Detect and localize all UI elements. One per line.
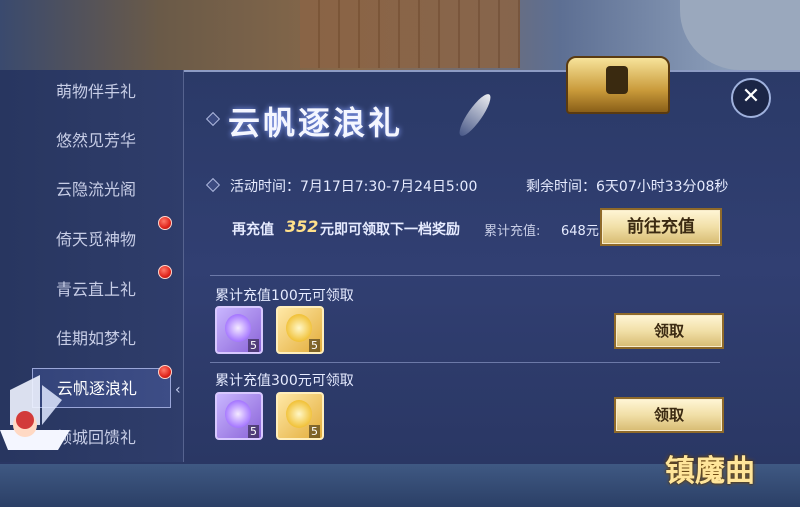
event-title: 云帆逐浪礼 bbox=[228, 104, 404, 142]
sidebar-item-youran[interactable]: 悠然见芳华 bbox=[0, 121, 183, 161]
game-logo: 镇魔曲 bbox=[665, 454, 755, 489]
total-recharge-value: 648元 bbox=[561, 224, 599, 239]
sidebar-item-label: 青云直上礼 bbox=[56, 280, 137, 299]
yellow-chick-doll-icon bbox=[286, 400, 312, 428]
reward-item-slot[interactable]: 5 bbox=[276, 306, 324, 354]
sidebar-item-jiaqi[interactable]: 佳期如梦礼 bbox=[0, 319, 183, 359]
sidebar-item-label: 云隐流光阁 bbox=[56, 180, 137, 199]
wooden-deck-background bbox=[300, 0, 520, 68]
item-count: 5 bbox=[309, 339, 320, 352]
notification-dot bbox=[158, 365, 172, 379]
item-count: 5 bbox=[248, 339, 259, 352]
chest-lock-icon bbox=[606, 66, 628, 94]
notification-dot bbox=[158, 265, 172, 279]
remaining-time: 剩余时间：6天07小时33分08秒 bbox=[526, 179, 729, 195]
reward-tier-title: 累计充值300元可领取 bbox=[215, 373, 354, 389]
notification-dot bbox=[158, 216, 172, 230]
activity-time: 活动时间：7月17日7:30-7月24日5:00 bbox=[230, 179, 478, 195]
sidebar-item-mengwu[interactable]: 萌物伴手礼 bbox=[0, 72, 183, 112]
goto-recharge-button[interactable]: 前往充值 bbox=[600, 208, 722, 246]
sidebar-item-yunyin[interactable]: 云隐流光阁 bbox=[0, 170, 183, 210]
chevron-left-icon: ‹ bbox=[175, 382, 181, 398]
yellow-chick-doll-icon bbox=[286, 314, 312, 342]
sidebar-item-label: 倚天觅神物 bbox=[56, 230, 137, 249]
item-count: 5 bbox=[248, 425, 259, 438]
reward-item-slot[interactable]: 5 bbox=[276, 392, 324, 440]
reward-tier-title: 累计充值100元可领取 bbox=[215, 288, 354, 304]
sidebar-item-yitian[interactable]: 倚天觅神物 bbox=[0, 220, 183, 260]
sidebar-item-qingyun[interactable]: 青云直上礼 bbox=[0, 270, 183, 310]
ship-mascot-icon bbox=[0, 375, 70, 450]
section-divider bbox=[210, 362, 720, 363]
reward-item-slot[interactable]: 5 bbox=[215, 306, 263, 354]
reward-item-slot[interactable]: 5 bbox=[215, 392, 263, 440]
recharge-prefix: 再充值 bbox=[232, 222, 274, 238]
section-divider bbox=[210, 275, 720, 276]
total-recharge-label: 累计充值: bbox=[484, 224, 541, 239]
purple-cat-doll-icon bbox=[225, 400, 251, 428]
close-button[interactable]: ✕ bbox=[731, 78, 771, 118]
recharge-hint: 元即可领取下一档奖励 bbox=[320, 222, 460, 238]
sidebar-item-label: 萌物伴手礼 bbox=[56, 82, 137, 101]
sidebar-item-label: 悠然见芳华 bbox=[56, 131, 137, 150]
claim-button[interactable]: 领取 bbox=[614, 313, 724, 349]
purple-cat-doll-icon bbox=[225, 314, 251, 342]
sidebar-item-label: 佳期如梦礼 bbox=[56, 329, 137, 348]
claim-button[interactable]: 领取 bbox=[614, 397, 724, 433]
recharge-amount: 352 bbox=[285, 217, 319, 236]
item-count: 5 bbox=[309, 425, 320, 438]
